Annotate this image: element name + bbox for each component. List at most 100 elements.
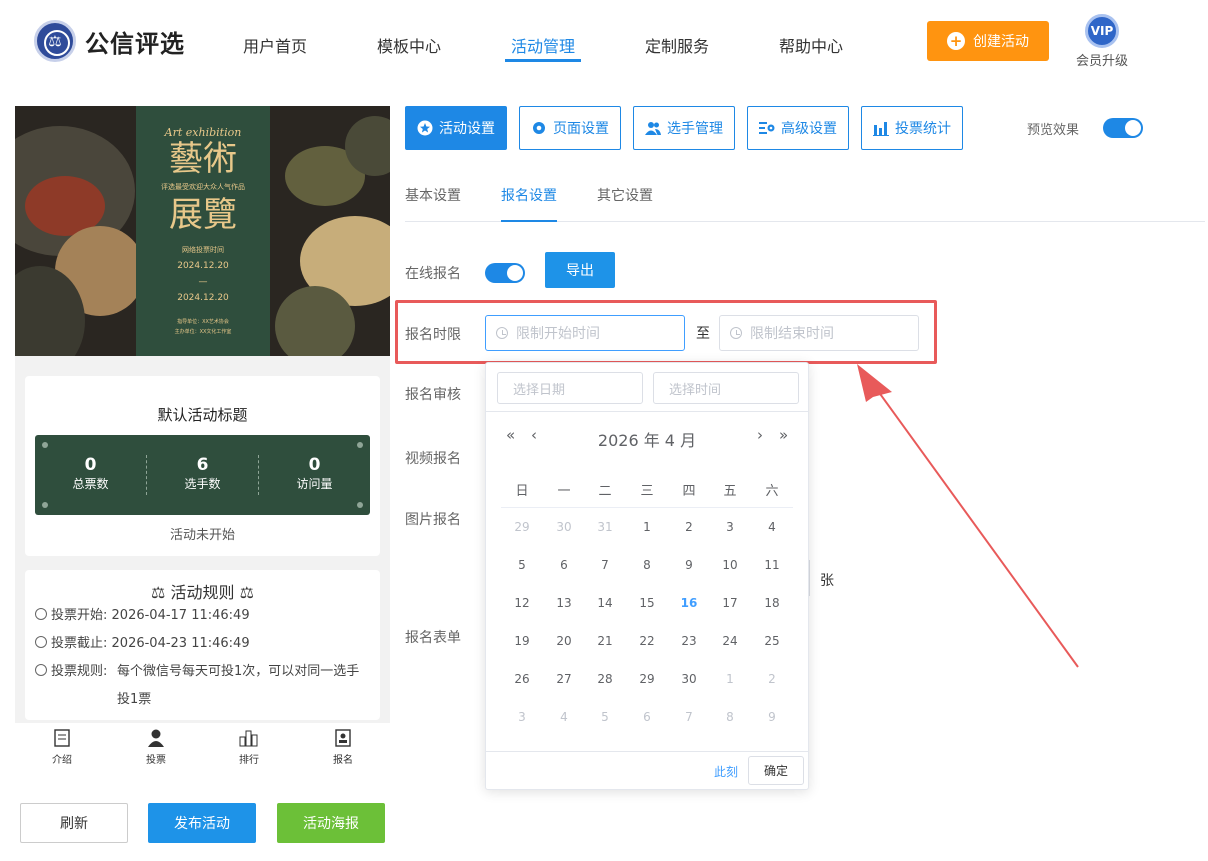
nav-help[interactable]: 帮助中心 <box>779 33 843 57</box>
weekday-label: 二 <box>598 484 612 499</box>
tab-page-settings[interactable]: 页面设置 <box>519 106 621 150</box>
tab-activity-settings[interactable]: 活动设置 <box>405 106 507 150</box>
nav-activity-management[interactable]: 活动管理 <box>511 33 575 57</box>
tab-advanced-settings[interactable]: 高级设置 <box>747 106 849 150</box>
tab-contestant-management[interactable]: 选手管理 <box>633 106 735 150</box>
tab-signup[interactable]: 报名 <box>313 729 373 766</box>
calendar-day[interactable]: 21 <box>584 634 626 648</box>
calendar-day[interactable]: 2 <box>751 672 793 686</box>
datetime-picker: 选择日期 选择时间 « ‹ 2026 年 4 月 › » 日一二三四五六 29 3… <box>485 362 809 790</box>
calendar-day[interactable]: 29 <box>501 520 543 534</box>
calendar-day[interactable]: 2 <box>668 520 710 534</box>
calendar-day[interactable]: 1 <box>709 672 751 686</box>
calendar-day[interactable]: 6 <box>626 710 668 724</box>
rules-card: ⚖ 活动规则 ⚖ 投票开始: 2026-04-17 11:46:49 投票截止:… <box>25 570 380 720</box>
calendar-day[interactable]: 3 <box>709 520 751 534</box>
next-month-button[interactable]: › <box>757 426 763 444</box>
rule-text: 每个微信号每天可投1次，可以对同一选手投1票 <box>117 664 360 707</box>
id-card-icon <box>335 729 351 747</box>
calendar-day[interactable]: 12 <box>501 596 543 610</box>
tab-ranking[interactable]: 排行 <box>219 729 279 766</box>
calendar-day[interactable]: 11 <box>751 558 793 572</box>
signup-start-time-input[interactable]: 限制开始时间 <box>485 315 685 351</box>
tab-intro[interactable]: 介绍 <box>32 729 92 766</box>
activity-poster-button[interactable]: 活动海报 <box>277 803 385 843</box>
calendar-day[interactable]: 6 <box>543 558 585 572</box>
preview-tabbar: 介绍 投票 排行 报名 <box>15 723 390 778</box>
calendar-day[interactable]: 23 <box>668 634 710 648</box>
picker-date-input[interactable]: 选择日期 <box>497 372 643 404</box>
calendar-day[interactable]: 9 <box>668 558 710 572</box>
calendar-day[interactable]: 5 <box>584 710 626 724</box>
subtab-basic[interactable]: 基本设置 <box>405 185 461 205</box>
create-activity-button[interactable]: + 创建活动 <box>927 21 1049 61</box>
subtab-other[interactable]: 其它设置 <box>597 185 653 205</box>
weekday-label: 一 <box>557 484 571 499</box>
calendar-day[interactable]: 1 <box>626 520 668 534</box>
publish-activity-button[interactable]: 发布活动 <box>148 803 256 843</box>
signup-review-label: 报名审核 <box>405 387 461 403</box>
star-icon <box>417 120 433 136</box>
export-button[interactable]: 导出 <box>545 252 615 288</box>
rule-label: 投票规则: <box>35 658 107 686</box>
nav-templates[interactable]: 模板中心 <box>377 33 441 57</box>
calendar-day[interactable]: 29 <box>626 672 668 686</box>
preview-effect-toggle[interactable] <box>1103 118 1143 138</box>
clock-icon <box>730 327 742 339</box>
calendar-day[interactable]: 28 <box>584 672 626 686</box>
calendar-day[interactable]: 25 <box>751 634 793 648</box>
tab-vote[interactable]: 投票 <box>126 729 186 766</box>
calendar-day[interactable]: 9 <box>751 710 793 724</box>
tab-vote-statistics[interactable]: 投票统计 <box>861 106 963 150</box>
calendar-day[interactable]: 22 <box>626 634 668 648</box>
nav-custom-service[interactable]: 定制服务 <box>645 33 709 57</box>
nav-home[interactable]: 用户首页 <box>243 33 307 57</box>
calendar-day[interactable]: 7 <box>668 710 710 724</box>
calendar-day[interactable]: 4 <box>751 520 793 534</box>
calendar-day[interactable]: 31 <box>584 520 626 534</box>
info-icon <box>35 664 47 676</box>
poster-panel: Art exhibition 藝術 评选最受欢迎大众人气作品 展覽 网络投票时间… <box>136 106 270 356</box>
calendar-day[interactable]: 19 <box>501 634 543 648</box>
calendar-day[interactable]: 8 <box>709 710 751 724</box>
calendar-day[interactable]: 24 <box>709 634 751 648</box>
calendar-day[interactable]: 7 <box>584 558 626 572</box>
weekday-label: 四 <box>682 484 696 499</box>
calendar-day[interactable]: 18 <box>751 596 793 610</box>
brand-name: 公信评选 <box>85 29 185 58</box>
calendar-day[interactable]: 17 <box>709 596 751 610</box>
clock-icon <box>35 636 47 648</box>
online-signup-toggle[interactable] <box>485 263 525 283</box>
calendar-day[interactable]: 14 <box>584 596 626 610</box>
next-year-button[interactable]: » <box>779 426 788 444</box>
calendar-day[interactable]: 30 <box>543 520 585 534</box>
rule-start: 投票开始: 2026-04-17 11:46:49 <box>35 602 250 630</box>
picker-time-input[interactable]: 选择时间 <box>653 372 799 404</box>
video-signup-label: 视频报名 <box>405 451 461 467</box>
calendar-day-today[interactable]: 16 <box>668 596 710 610</box>
signup-end-time-input[interactable]: 限制结束时间 <box>719 315 919 351</box>
activity-title: 默认活动标题 <box>157 406 248 424</box>
calendar-day[interactable]: 27 <box>543 672 585 686</box>
calendar-day[interactable]: 13 <box>543 596 585 610</box>
sliders-icon <box>759 122 775 134</box>
calendar-day[interactable]: 5 <box>501 558 543 572</box>
nav-active-indicator <box>505 59 581 62</box>
vip-upgrade[interactable]: VIP 会员升级 <box>1073 14 1131 69</box>
signup-time-label: 报名时限 <box>405 327 461 343</box>
refresh-button[interactable]: 刷新 <box>20 803 128 843</box>
confirm-button[interactable]: 确定 <box>748 756 804 785</box>
weekday-label: 五 <box>723 484 737 499</box>
subtab-signup[interactable]: 报名设置 <box>501 185 557 205</box>
calendar-day[interactable]: 15 <box>626 596 668 610</box>
calendar-day[interactable]: 26 <box>501 672 543 686</box>
calendar-day[interactable]: 20 <box>543 634 585 648</box>
calendar-day[interactable]: 30 <box>668 672 710 686</box>
calendar-day[interactable]: 8 <box>626 558 668 572</box>
now-button[interactable]: 此刻 <box>714 763 738 780</box>
calendar-day[interactable]: 4 <box>543 710 585 724</box>
brand-logo[interactable]: ⚖ 公信评选 <box>34 20 185 62</box>
vip-icon: VIP <box>1085 14 1119 48</box>
calendar-day[interactable]: 10 <box>709 558 751 572</box>
calendar-day[interactable]: 3 <box>501 710 543 724</box>
